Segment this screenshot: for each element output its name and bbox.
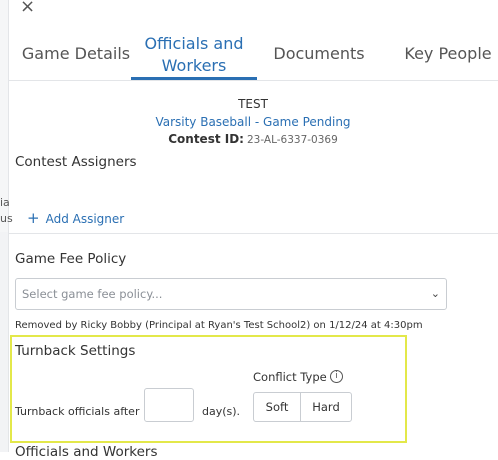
contest-assigners-title: Contest Assigners — [15, 154, 137, 170]
conflict-hard-button[interactable]: Hard — [300, 392, 352, 422]
tab-game-details[interactable]: Game Details — [16, 30, 136, 80]
chevron-down-icon: ⌄ — [430, 287, 440, 300]
turnback-settings-title: Turnback Settings — [15, 343, 136, 359]
tab-label-line: Workers — [161, 56, 227, 75]
conflict-type-label: Conflict Type — [253, 370, 327, 384]
conflict-soft-button[interactable]: Soft — [253, 392, 301, 422]
tab-officials-and-workers[interactable]: Officials and Workers — [131, 30, 257, 80]
removed-note: Removed by Ricky Bobby (Principal at Rya… — [15, 320, 423, 331]
background-text-fragment: us — [0, 212, 13, 225]
contest-title: TEST — [238, 97, 268, 111]
background-text-fragment: ia — [0, 196, 10, 209]
background-band — [0, 232, 8, 452]
add-assigner-button[interactable]: + Add Assigner — [27, 209, 124, 227]
tab-key-people[interactable]: Key People — [398, 30, 498, 80]
tab-documents[interactable]: Documents — [268, 30, 370, 80]
contest-id: Contest ID: 23-AL-6337-0369 — [8, 132, 498, 146]
tab-bar: Game Details Officials and Workers Docum… — [8, 30, 498, 81]
contest-subtitle[interactable]: Varsity Baseball - Game Pending — [8, 115, 498, 129]
game-fee-policy-select[interactable]: Select game fee policy... ⌄ — [15, 278, 447, 310]
game-fee-policy-title: Game Fee Policy — [15, 251, 127, 267]
contest-id-label: Contest ID: — [168, 132, 244, 146]
contest-id-value: 23-AL-6337-0369 — [246, 134, 338, 146]
close-icon[interactable]: × — [20, 0, 38, 16]
info-icon[interactable]: i — [330, 370, 343, 383]
officials-and-workers-title: Officials and Workers — [15, 444, 158, 460]
game-fee-policy-placeholder: Select game fee policy... — [22, 287, 163, 301]
plus-icon: + — [27, 209, 40, 227]
add-assigner-label: Add Assigner — [45, 212, 125, 226]
days-label: day(s). — [202, 405, 241, 418]
tab-label-line: Officials and — [144, 34, 244, 53]
turnback-label: Turnback officials after — [15, 405, 140, 418]
section-divider — [8, 233, 498, 234]
turnback-days-input[interactable] — [144, 388, 194, 422]
